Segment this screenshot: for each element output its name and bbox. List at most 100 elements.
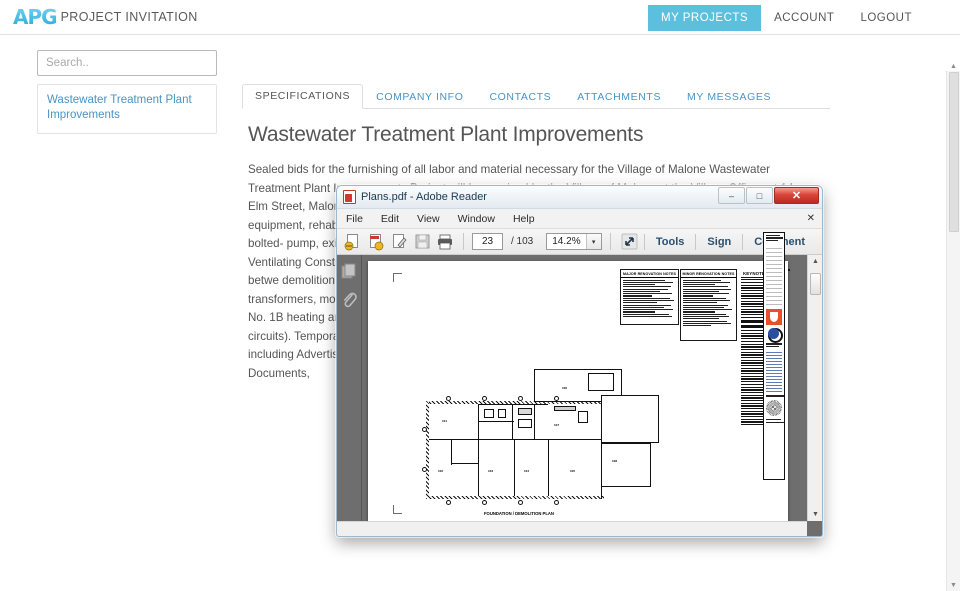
- pdf-toolbar: 23 / 103 14.2% ▾ Tools Sign Comment: [337, 229, 822, 255]
- open-file-icon[interactable]: [343, 232, 363, 251]
- fixture-4: [518, 419, 532, 428]
- tab-bar: SPECIFICATIONS COMPANY INFO CONTACTS ATT…: [242, 84, 830, 109]
- menu-view[interactable]: View: [408, 211, 449, 227]
- maximize-button[interactable]: □: [746, 187, 773, 204]
- page-total-label: / 103: [511, 236, 534, 247]
- scroll-down-arrow[interactable]: ▼: [950, 582, 957, 589]
- pdf-scroll-up-arrow[interactable]: ▲: [811, 257, 820, 266]
- adobe-reader-icon: [343, 190, 356, 204]
- title-block-orange-logo: [766, 309, 782, 326]
- top-navigation: MY PROJECTS ACCOUNT LOGOUT: [648, 0, 925, 35]
- pdf-main-area: MAJOR RENOVATION NOTES MINOR RENOVATION …: [337, 255, 822, 536]
- pdf-navigation-pane: [337, 255, 362, 536]
- menu-help[interactable]: Help: [504, 211, 544, 227]
- project-link-wastewater[interactable]: Wastewater Treatment Plant Improvements: [47, 93, 207, 123]
- grid-bubble: [446, 500, 451, 505]
- pdf-window-title: Plans.pdf - Adobe Reader: [361, 191, 487, 203]
- tab-my-messages[interactable]: MY MESSAGES: [674, 85, 784, 109]
- note-lines: [621, 278, 678, 318]
- attachments-icon[interactable]: [341, 292, 358, 309]
- pdf-scroll-down-arrow[interactable]: ▼: [811, 510, 820, 519]
- room-north-annex: [588, 373, 614, 391]
- menu-window[interactable]: Window: [449, 211, 504, 227]
- grid-bubble: [482, 500, 487, 505]
- nav-logout[interactable]: LOGOUT: [847, 5, 925, 31]
- partition-10: [451, 439, 453, 465]
- partition-9: [478, 421, 514, 423]
- grid-bubble: [518, 500, 523, 505]
- pdf-titlebar[interactable]: Plans.pdf - Adobe Reader – □ ✕: [337, 186, 822, 209]
- toolbar-separator-2: [609, 233, 611, 250]
- room-label-105: 105: [570, 469, 576, 473]
- crop-mark-top-left: [393, 273, 402, 282]
- pdf-page-canvas: MAJOR RENOVATION NOTES MINOR RENOVATION …: [368, 261, 790, 526]
- tools-button[interactable]: Tools: [645, 236, 696, 248]
- grid-bubble: [422, 467, 427, 472]
- pdf-vertical-scroll-thumb[interactable]: [810, 273, 821, 295]
- note-block-minor-renovation: MINOR RENOVATION NOTES: [680, 269, 737, 341]
- drawing-title-block: [788, 269, 790, 271]
- tab-company-info[interactable]: COMPANY INFO: [363, 85, 476, 109]
- page-body: Wastewater Treatment Plant Improvements …: [0, 35, 960, 591]
- search-input[interactable]: [37, 50, 217, 76]
- fixture-3: [518, 408, 532, 415]
- note-block-title: MAJOR RENOVATION NOTES: [621, 270, 678, 278]
- scroll-up-arrow[interactable]: ▲: [950, 63, 957, 70]
- building-wall-bottom: [426, 496, 604, 499]
- tab-contacts[interactable]: CONTACTS: [476, 85, 564, 109]
- title-block-seal: [766, 399, 782, 416]
- zoom-value[interactable]: 14.2%: [547, 236, 585, 247]
- nav-my-projects[interactable]: MY PROJECTS: [648, 4, 762, 31]
- partition-5: [548, 439, 550, 496]
- minimize-button[interactable]: –: [718, 187, 745, 204]
- zoom-control[interactable]: 14.2% ▾: [546, 233, 602, 250]
- grid-bubble: [518, 396, 523, 401]
- chevron-down-icon[interactable]: ▾: [585, 234, 601, 249]
- tab-attachments[interactable]: ATTACHMENTS: [564, 85, 674, 109]
- adobe-reader-window[interactable]: Plans.pdf - Adobe Reader – □ ✕ File Edit…: [336, 185, 823, 537]
- app-header: APG PROJECT INVITATION MY PROJECTS ACCOU…: [0, 0, 960, 35]
- room-label-103: 103: [488, 469, 494, 473]
- pdf-horizontal-scrollbar[interactable]: [337, 521, 807, 536]
- menu-edit[interactable]: Edit: [372, 211, 408, 227]
- save-icon[interactable]: [412, 232, 432, 251]
- page-number-input[interactable]: 23: [472, 233, 503, 250]
- grid-bubble: [554, 500, 559, 505]
- plan-title-label: FOUNDATION / DEMOLITION PLAN: [484, 511, 554, 516]
- sign-button[interactable]: Sign: [696, 236, 742, 248]
- close-button[interactable]: ✕: [774, 187, 819, 204]
- pdf-vertical-scrollbar[interactable]: ▲ ▼: [807, 255, 822, 521]
- note-block-title: MINOR RENOVATION NOTES: [681, 271, 736, 278]
- crop-mark-bottom-left: [393, 505, 402, 514]
- print-icon[interactable]: [435, 232, 455, 251]
- room-label-107: 107: [554, 423, 560, 427]
- room-east-upper: [601, 395, 659, 443]
- edit-pdf-icon[interactable]: [389, 232, 409, 251]
- fixture-2: [498, 409, 506, 418]
- room-east-lower: [601, 443, 651, 487]
- browser-scrollbar[interactable]: ▲ ▼: [946, 63, 960, 591]
- title-block-vertical-text: [766, 245, 782, 306]
- title-block-info-grid: [766, 350, 782, 393]
- pdf-viewport[interactable]: MAJOR RENOVATION NOTES MINOR RENOVATION …: [362, 255, 822, 536]
- close-document-icon[interactable]: ✕: [807, 213, 815, 224]
- note-lines: [681, 278, 736, 327]
- grid-bubble: [554, 396, 559, 401]
- browser-scroll-thumb[interactable]: [949, 72, 959, 232]
- partition-1: [478, 404, 480, 442]
- room-label-108: 108: [612, 459, 618, 463]
- fixture-1: [484, 409, 494, 418]
- room-label-101: 101: [442, 419, 448, 423]
- pdf-menubar: File Edit View Window Help ✕: [337, 209, 822, 229]
- sidebar: Wastewater Treatment Plant Improvements: [37, 50, 217, 134]
- fit-page-icon[interactable]: [619, 232, 641, 251]
- page-thumbnails-icon[interactable]: [341, 263, 358, 280]
- menu-file[interactable]: File: [337, 211, 372, 227]
- tab-specifications[interactable]: SPECIFICATIONS: [242, 84, 364, 109]
- window-controls: – □ ✕: [718, 187, 819, 204]
- partition-4: [514, 439, 516, 496]
- nav-account[interactable]: ACCOUNT: [761, 5, 847, 31]
- building-wall-left: [426, 401, 429, 499]
- create-pdf-icon[interactable]: [366, 232, 386, 251]
- partition-3: [478, 439, 480, 496]
